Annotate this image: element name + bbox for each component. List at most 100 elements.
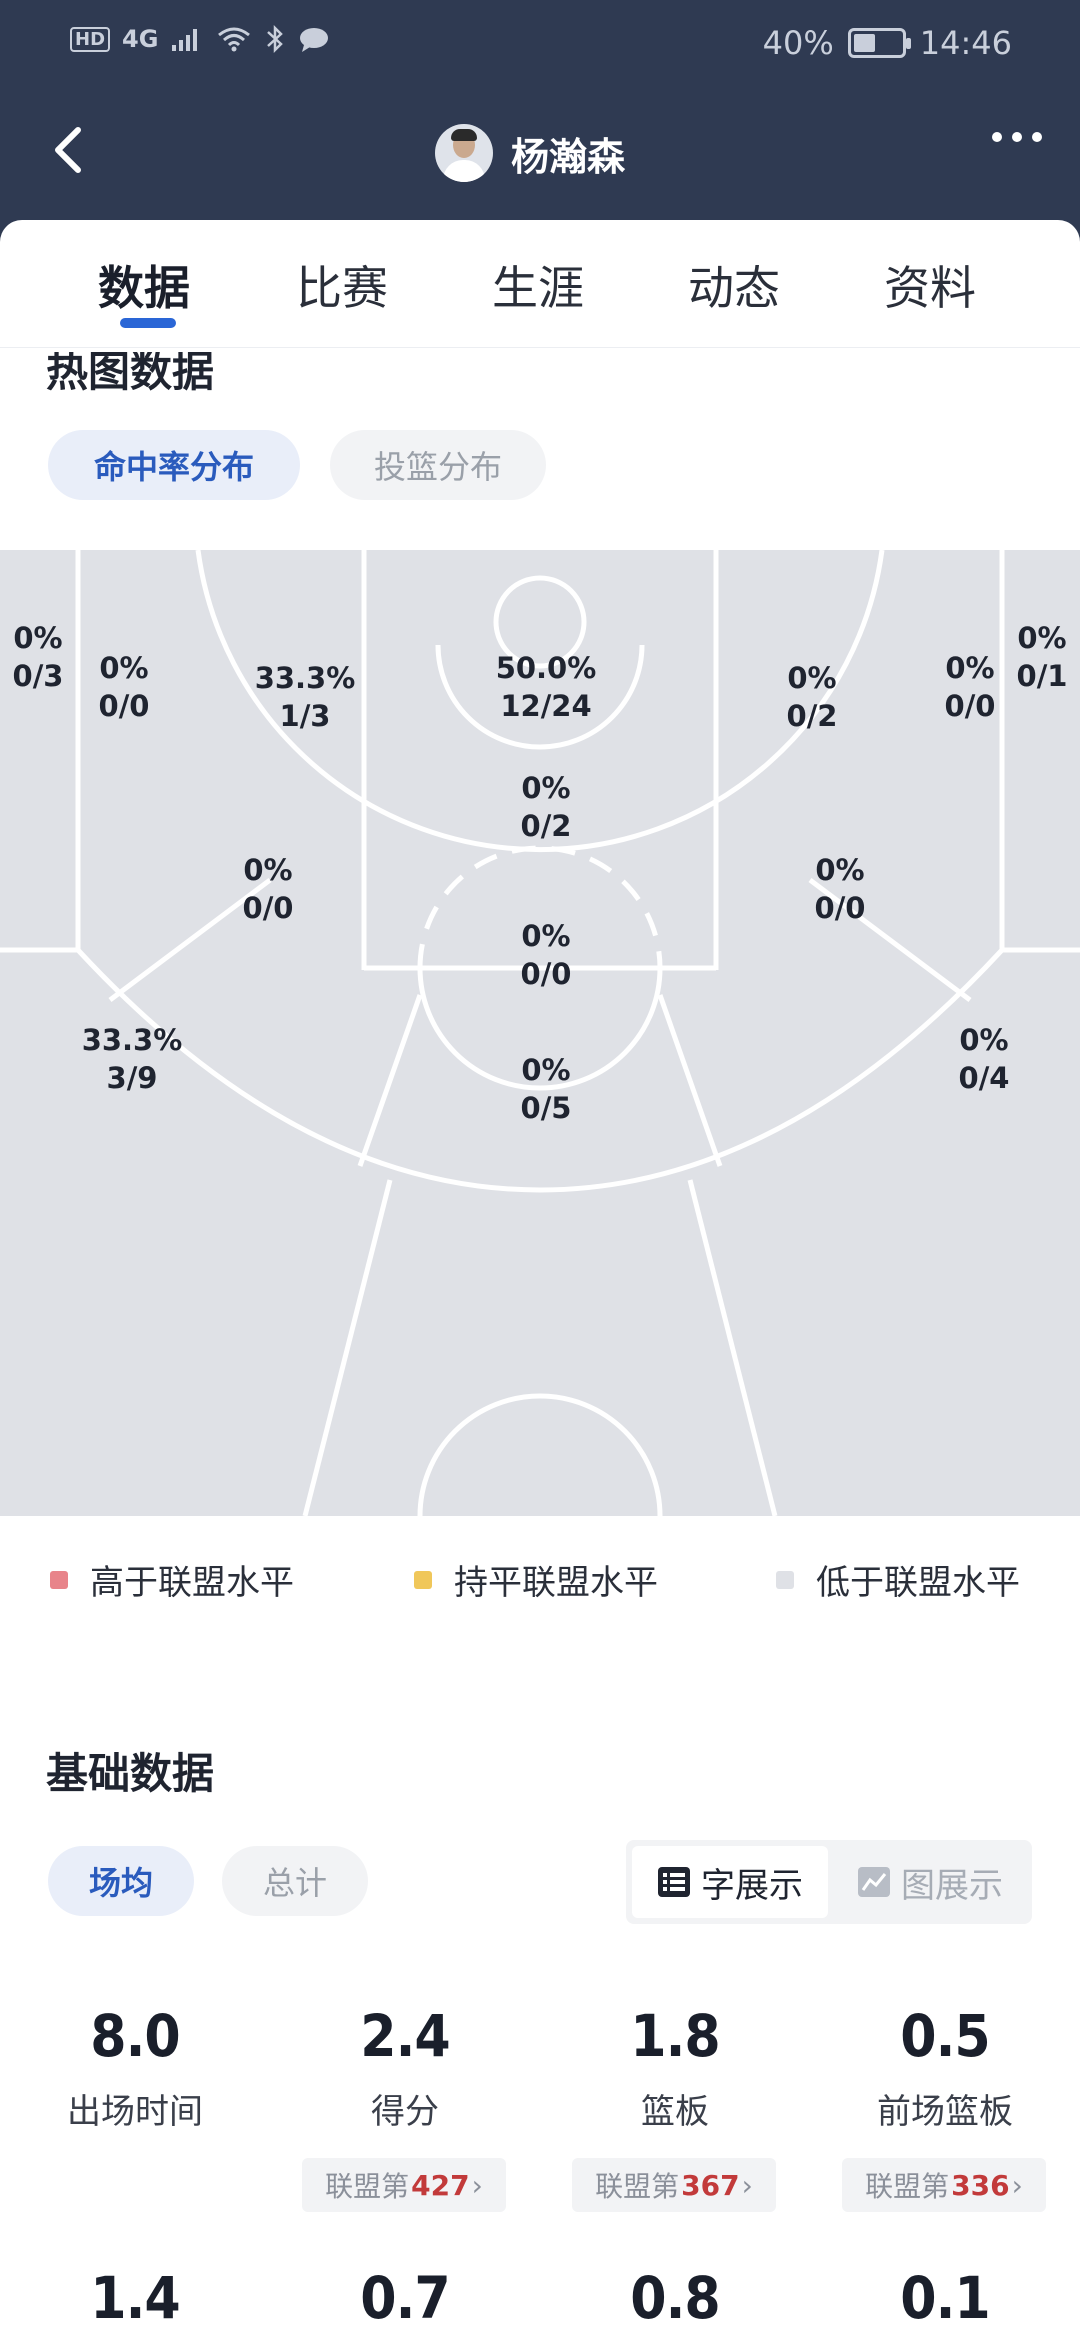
zone-attempts: 12/24: [500, 689, 591, 723]
zone-attempts: 3/9: [107, 1061, 158, 1095]
stat-row2-2: 0.7: [270, 2264, 540, 2332]
zone-percentage: 0%: [521, 771, 570, 805]
bluetooth-icon: [267, 24, 284, 54]
wifi-icon: [218, 27, 251, 52]
stat-points: 2.4 得分: [270, 2002, 540, 2133]
chevron-right-icon: ›: [471, 2168, 483, 2202]
stat-value: 8.0: [90, 2002, 180, 2070]
tab-data[interactable]: 数据: [98, 252, 190, 318]
avatar: [435, 124, 493, 182]
totals-button[interactable]: 总计: [222, 1846, 368, 1916]
stat-offensive-rebounds: 0.5 前场篮板: [810, 2002, 1080, 2133]
per-game-button[interactable]: 场均: [48, 1846, 194, 1916]
text-view-button[interactable]: 字展示: [632, 1846, 828, 1918]
zone-percentage: 0%: [1017, 621, 1066, 655]
legend-below: 低于联盟水平: [776, 1555, 1020, 1604]
chart-view-label: 图展示: [901, 1865, 1003, 1906]
legend-above: 高于联盟水平: [50, 1555, 294, 1604]
zone-percentage: 0%: [99, 651, 148, 685]
zone-attempts: 0/0: [99, 689, 150, 723]
legend-swatch: [776, 1570, 794, 1589]
zone-percentage: 50.0%: [496, 651, 597, 685]
zone-percentage: 0%: [959, 1023, 1008, 1057]
tab-news[interactable]: 动态: [688, 252, 780, 318]
player-name: 杨瀚森: [511, 134, 626, 179]
stat-label: 得分: [371, 2092, 439, 2132]
legend-swatch: [50, 1570, 68, 1589]
back-button[interactable]: [40, 120, 100, 180]
stat-minutes: 8.0 出场时间: [0, 2002, 270, 2133]
more-dot-icon: [1032, 132, 1042, 142]
rank-number: 427: [411, 2168, 470, 2202]
shot-heatmap: 0% 0/3 0% 0/0 33.3% 1/3 50.0% 12/24 0% 0/2 0% 0/0 0%…: [0, 550, 1080, 1516]
zone-attempts: 0/5: [521, 1091, 572, 1125]
shot-distribution-button[interactable]: 投篮分布: [330, 430, 546, 500]
status-right: 40% 14:46: [763, 24, 1012, 62]
tab-active-indicator: [120, 318, 176, 328]
zone-attempts: 0/3: [13, 659, 64, 693]
zone-percentage: 0%: [521, 1053, 570, 1087]
status-indicators: HD 4G: [70, 24, 330, 54]
rank-prefix: 联盟第: [865, 2170, 950, 2203]
zone-percentage: 33.3%: [255, 661, 356, 695]
stat-value: 0.8: [630, 2264, 720, 2332]
tab-profile[interactable]: 资料: [884, 252, 976, 318]
rank-prefix: 联盟第: [595, 2170, 680, 2203]
more-button[interactable]: [992, 132, 1042, 142]
zone-attempts: 0/2: [521, 809, 572, 843]
battery-icon: [847, 28, 911, 58]
nav-header: 杨瀚森: [0, 92, 1080, 222]
zone-attempts: 0/1: [1017, 659, 1068, 693]
zone-attempts: 0/0: [815, 891, 866, 925]
zone-attempts: 0/0: [521, 957, 572, 991]
zone-attempts: 0/0: [243, 891, 294, 925]
more-dot-icon: [1012, 132, 1022, 142]
zone-percentage: 0%: [243, 853, 292, 887]
basic-data-title: 基础数据: [46, 1749, 215, 1798]
legend-label: 持平联盟水平: [454, 1563, 658, 1603]
stat-label: 出场时间: [67, 2092, 203, 2132]
chevron-right-icon: ›: [1011, 2168, 1023, 2202]
chart-icon: [858, 1867, 890, 1897]
list-icon: [658, 1867, 690, 1897]
zone-percentage: 0%: [13, 621, 62, 655]
status-bar: HD 4G 40% 14:46: [0, 0, 1080, 92]
points-rank-link[interactable]: 联盟第 427 ›: [302, 2158, 506, 2212]
legend-equal: 持平联盟水平: [414, 1555, 658, 1604]
content-panel: 数据 比赛 生涯 动态 资料 热图数据 命中率分布 投篮分布 0% 0/3 0%…: [0, 220, 1080, 2340]
zone-percentage: 0%: [945, 651, 994, 685]
stat-label: 篮板: [641, 2092, 709, 2132]
legend-label: 低于联盟水平: [816, 1563, 1020, 1603]
rank-prefix: 联盟第: [325, 2170, 410, 2203]
rebounds-rank-link[interactable]: 联盟第 367 ›: [572, 2158, 776, 2212]
view-toggle: 字展示 图展示: [626, 1840, 1032, 1924]
chart-view-button[interactable]: 图展示: [832, 1846, 1028, 1918]
chevron-left-icon: [55, 127, 81, 173]
stat-label: 前场篮板: [877, 2092, 1013, 2132]
stat-value: 2.4: [360, 2002, 450, 2070]
zone-attempts: 0/2: [787, 699, 838, 733]
stat-row2-1: 1.4: [0, 2264, 270, 2332]
stat-value: 1.4: [90, 2264, 180, 2332]
zone-percentage: 0%: [521, 919, 570, 953]
network-indicator: 4G: [122, 25, 159, 53]
stat-value: 0.5: [900, 2002, 990, 2070]
stat-value: 0.7: [360, 2264, 450, 2332]
more-dot-icon: [992, 132, 1002, 142]
hit-rate-distribution-button[interactable]: 命中率分布: [48, 430, 300, 500]
zone-attempts: 0/0: [945, 689, 996, 723]
zone-percentage: 0%: [815, 853, 864, 887]
hd-indicator: HD: [70, 26, 111, 52]
rank-number: 367: [681, 2168, 740, 2202]
tab-career[interactable]: 生涯: [492, 252, 584, 318]
tab-games[interactable]: 比赛: [296, 252, 388, 318]
tab-bar: 数据 比赛 生涯 动态 资料: [0, 220, 1080, 348]
rank-number: 336: [951, 2168, 1010, 2202]
battery-percent: 40%: [762, 24, 834, 62]
legend-label: 高于联盟水平: [90, 1563, 294, 1603]
offensive-rebounds-rank-link[interactable]: 联盟第 336 ›: [842, 2158, 1046, 2212]
stat-rebounds: 1.8 篮板: [540, 2002, 810, 2133]
clock: 14:46: [919, 24, 1012, 62]
text-view-label: 字展示: [701, 1865, 803, 1906]
stat-value: 1.8: [630, 2002, 720, 2070]
